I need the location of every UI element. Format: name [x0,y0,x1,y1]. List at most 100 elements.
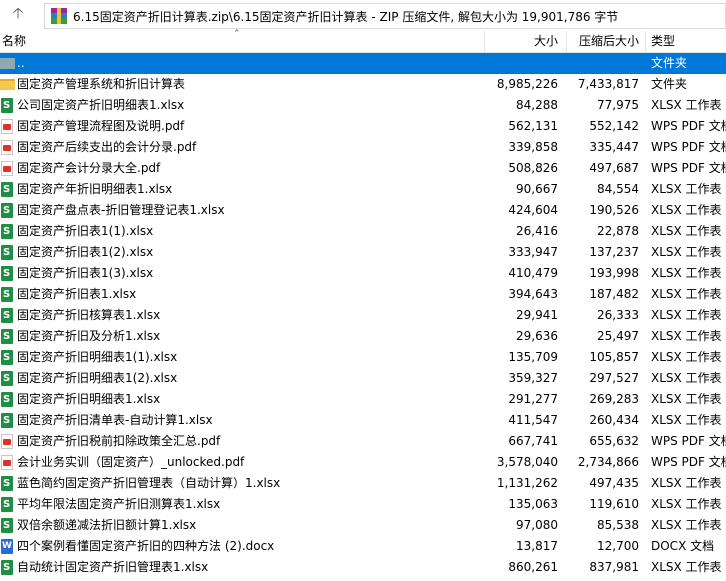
file-row[interactable]: 固定资产盘点表-折旧管理登记表1.xlsx 424,604 190,526 XLSX … [0,200,726,221]
file-row[interactable]: 双倍余额递减法折旧额计算1.xlsx 97,080 85,538 XLSX 工作表 [0,515,726,536]
compressed-size: 25,497 [597,329,639,343]
file-type: XLSX 工作表 [651,329,722,343]
file-name: 固定资产折旧表1.xlsx [17,287,137,301]
header-name[interactable]: 名称 [2,31,26,52]
file-row[interactable]: 固定资产折旧表1(3).xlsx 410,479 193,998 XLSX 工作表 [0,263,726,284]
file-type: XLSX 工作表 [651,308,722,322]
file-size: 394,643 [508,287,558,301]
toolbar: 🡡 6.15固定资产折旧计算表.zip\6.15固定资产折旧计算表 - ZIP … [0,0,726,31]
file-type: DOCX 文档 [651,539,715,553]
file-type: XLSX 工作表 [651,371,722,385]
file-name: 固定资产折旧表1(1).xlsx [17,224,154,238]
file-size: 410,479 [508,266,558,280]
file-row[interactable]: 固定资产折旧及分析1.xlsx 29,636 25,497 XLSX 工作表 [0,326,726,347]
pdf-file-icon [1,119,13,134]
header-size[interactable]: 大小 [534,31,558,52]
pdf-file-icon [1,455,13,470]
file-type: XLSX 工作表 [651,350,722,364]
file-row[interactable]: 固定资产折旧表1(2).xlsx 333,947 137,237 XLSX 工作表 [0,242,726,263]
file-name: 固定资产折旧明细表1.xlsx [17,392,161,406]
file-row[interactable]: 固定资产折旧核算表1.xlsx 29,941 26,333 XLSX 工作表 [0,305,726,326]
file-type: XLSX 工作表 [651,287,722,301]
file-size: 860,261 [508,560,558,574]
file-row[interactable]: 固定资产折旧明细表1.xlsx 291,277 269,283 XLSX 工作表 [0,389,726,410]
address-text: 6.15固定资产折旧计算表.zip\6.15固定资产折旧计算表 - ZIP 压缩… [73,9,619,24]
xlsx-file-icon [1,284,13,305]
file-name: 自动统计固定资产折旧管理表1.xlsx [17,560,209,574]
file-row[interactable]: 固定资产折旧明细表1(1).xlsx 135,709 105,857 XLSX 工作表 [0,347,726,368]
pdf-file-icon [1,434,13,449]
xlsx-file-icon [1,557,13,578]
file-row[interactable]: 蓝色简约固定资产折旧管理表（自动计算）1.xlsx 1,131,262 497,43… [0,473,726,494]
file-size: 339,858 [508,140,558,154]
compressed-size: 105,857 [589,350,639,364]
file-size: 667,741 [508,434,558,448]
sort-caret-icon: ⌃ [233,29,241,39]
file-name: 四个案例看懂固定资产折旧的四种方法 (2).docx [17,539,275,553]
file-name: 平均年限法固定资产折旧测算表1.xlsx [17,497,221,511]
file-type: WPS PDF 文档 [651,119,726,133]
pdf-file-icon [1,140,13,155]
file-name: 固定资产折旧明细表1(2).xlsx [17,371,178,385]
file-row[interactable]: 固定资产折旧清单表-自动计算1.xlsx 411,547 260,434 XLSX 工… [0,410,726,431]
file-type: WPS PDF 文档 [651,434,726,448]
file-type: WPS PDF 文档 [651,455,726,469]
winrar-archive-icon [51,8,67,24]
file-size: 291,277 [508,392,558,406]
file-row[interactable]: 四个案例看懂固定资产折旧的四种方法 (2).docx 13,817 12,700 DO… [0,536,726,557]
file-type: XLSX 工作表 [651,413,722,427]
file-size: 26,416 [516,224,558,238]
file-name: 固定资产折旧及分析1.xlsx [17,329,161,343]
header-compressed[interactable]: 压缩后大小 [579,31,639,52]
xlsx-file-icon [1,200,13,221]
column-header: ⌃ 名称 大小 压缩后大小 类型 [0,29,726,53]
xlsx-file-icon [1,494,13,515]
file-row[interactable]: 固定资产年折旧明细表1.xlsx 90,667 84,554 XLSX 工作表 [0,179,726,200]
header-type[interactable]: 类型 [651,31,675,52]
file-row[interactable]: .. 文件夹 [0,53,726,74]
file-type: XLSX 工作表 [651,266,722,280]
column-divider[interactable] [566,31,567,52]
compressed-size: 497,435 [589,476,639,490]
file-row[interactable]: 固定资产折旧税前扣除政策全汇总.pdf 667,741 655,632 WPS PDF… [0,431,726,452]
file-size: 562,131 [508,119,558,133]
file-size: 29,941 [516,308,558,322]
file-type: 文件夹 [651,56,688,70]
compressed-size: 190,526 [589,203,639,217]
file-type: XLSX 工作表 [651,392,722,406]
file-size: 135,063 [508,497,558,511]
file-size: 8,985,226 [496,77,558,91]
file-row[interactable]: 会计业务实训（固定资产）_unlocked.pdf 3,578,040 2,734,… [0,452,726,473]
file-size: 13,817 [516,539,558,553]
compressed-size: 137,237 [589,245,639,259]
column-divider[interactable] [645,31,646,52]
file-row[interactable]: 固定资产管理流程图及说明.pdf 562,131 552,142 WPS PDF 文档 [0,116,726,137]
xlsx-file-icon [1,326,13,347]
column-divider[interactable] [484,31,485,52]
file-name: 会计业务实训（固定资产）_unlocked.pdf [17,455,245,469]
file-row[interactable]: 固定资产管理系统和折旧计算表 8,985,226 7,433,817 文件夹 [0,74,726,95]
file-row[interactable]: 固定资产折旧表1(1).xlsx 26,416 22,878 XLSX 工作表 [0,221,726,242]
file-row[interactable]: 固定资产会计分录大全.pdf 508,826 497,687 WPS PDF 文档 [0,158,726,179]
file-name: 固定资产年折旧明细表1.xlsx [17,182,173,196]
compressed-size: 119,610 [589,497,639,511]
xlsx-file-icon [1,473,13,494]
up-arrow-icon[interactable]: 🡡 [0,0,36,31]
file-row[interactable]: 固定资产折旧明细表1(2).xlsx 359,327 297,527 XLSX 工作表 [0,368,726,389]
file-name: 公司固定资产折旧明细表1.xlsx [17,98,185,112]
file-row[interactable]: 固定资产折旧表1.xlsx 394,643 187,482 XLSX 工作表 [0,284,726,305]
file-row[interactable]: 公司固定资产折旧明细表1.xlsx 84,288 77,975 XLSX 工作表 [0,95,726,116]
address-bar[interactable]: 6.15固定资产折旧计算表.zip\6.15固定资产折旧计算表 - ZIP 压缩… [44,3,726,29]
file-name: 双倍余额递减法折旧额计算1.xlsx [17,518,197,532]
file-name: 固定资产折旧核算表1.xlsx [17,308,161,322]
folder-icon [0,79,15,90]
file-row[interactable]: 自动统计固定资产折旧管理表1.xlsx 860,261 837,981 XLSX 工作… [0,557,726,578]
compressed-size: 497,687 [589,161,639,175]
file-name: 固定资产会计分录大全.pdf [17,161,161,175]
file-row[interactable]: 固定资产后续支出的会计分录.pdf 339,858 335,447 WPS PDF 文… [0,137,726,158]
xlsx-file-icon [1,515,13,536]
file-size: 135,709 [508,350,558,364]
compressed-size: 297,527 [589,371,639,385]
file-type: XLSX 工作表 [651,518,722,532]
file-row[interactable]: 平均年限法固定资产折旧测算表1.xlsx 135,063 119,610 XLSX 工… [0,494,726,515]
